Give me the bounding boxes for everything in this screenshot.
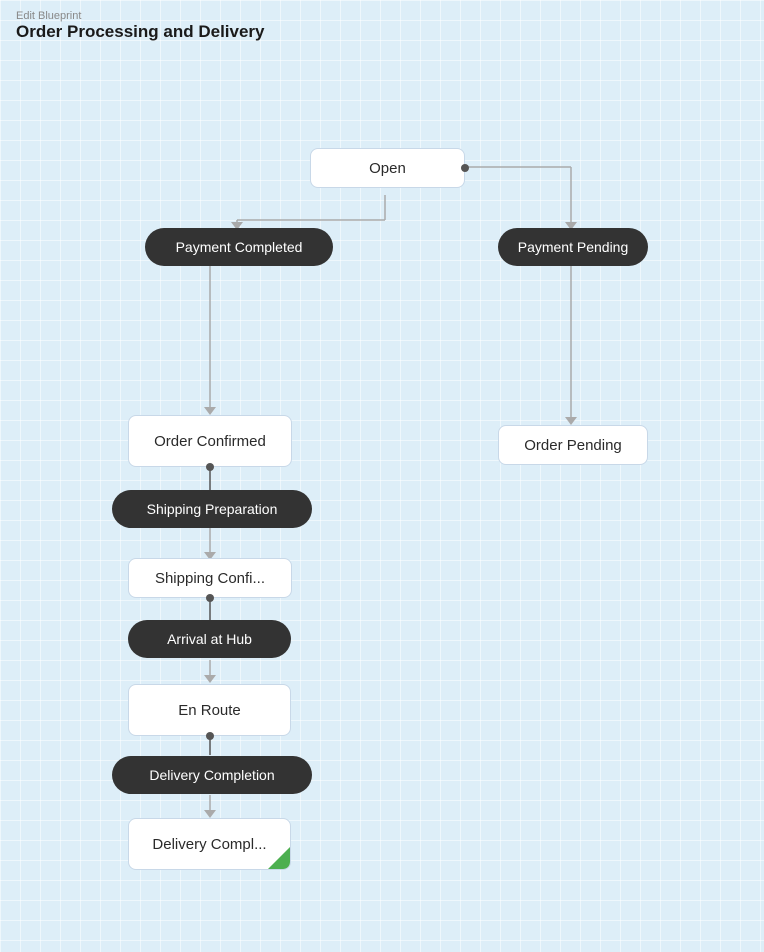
- edit-blueprint-label: Edit Blueprint: [16, 10, 265, 22]
- en-route-label: En Route: [178, 702, 241, 719]
- payment-pending-label: Payment Pending: [518, 239, 629, 255]
- shipping-confirmation-label: Shipping Confi...: [155, 570, 265, 587]
- shipping-confirmation-bottom-dot: [206, 594, 214, 602]
- payment-completed-label: Payment Completed: [176, 239, 303, 255]
- page-title: Order Processing and Delivery: [16, 22, 265, 42]
- en-route-bottom-dot: [206, 732, 214, 740]
- en-route-node[interactable]: En Route: [128, 684, 291, 736]
- shipping-confirmation-node[interactable]: Shipping Confi...: [128, 558, 292, 598]
- delivery-complete-node[interactable]: Delivery Compl...: [128, 818, 291, 870]
- open-node-right-dot: [461, 164, 469, 172]
- arrival-at-hub-label: Arrival at Hub: [167, 631, 252, 647]
- order-confirmed-label: Order Confirmed: [154, 433, 266, 450]
- arrival-at-hub-node[interactable]: Arrival at Hub: [128, 620, 291, 658]
- connectors: [0, 0, 764, 952]
- canvas: Edit Blueprint Order Processing and Deli…: [0, 0, 764, 952]
- delivery-completion-node[interactable]: Delivery Completion: [112, 756, 312, 794]
- payment-completed-node[interactable]: Payment Completed: [145, 228, 333, 266]
- shipping-preparation-node[interactable]: Shipping Preparation: [112, 490, 312, 528]
- delivery-complete-label: Delivery Compl...: [152, 836, 266, 853]
- order-confirmed-node[interactable]: Order Confirmed: [128, 415, 292, 467]
- open-node[interactable]: Open: [310, 148, 465, 188]
- order-confirmed-bottom-dot: [206, 463, 214, 471]
- payment-pending-node[interactable]: Payment Pending: [498, 228, 648, 266]
- header: Edit Blueprint Order Processing and Deli…: [0, 0, 281, 52]
- shipping-preparation-label: Shipping Preparation: [147, 501, 278, 517]
- open-node-label: Open: [369, 160, 406, 177]
- green-corner-indicator: [268, 847, 290, 869]
- order-pending-node[interactable]: Order Pending: [498, 425, 648, 465]
- order-pending-label: Order Pending: [524, 437, 622, 454]
- delivery-completion-label: Delivery Completion: [149, 767, 274, 783]
